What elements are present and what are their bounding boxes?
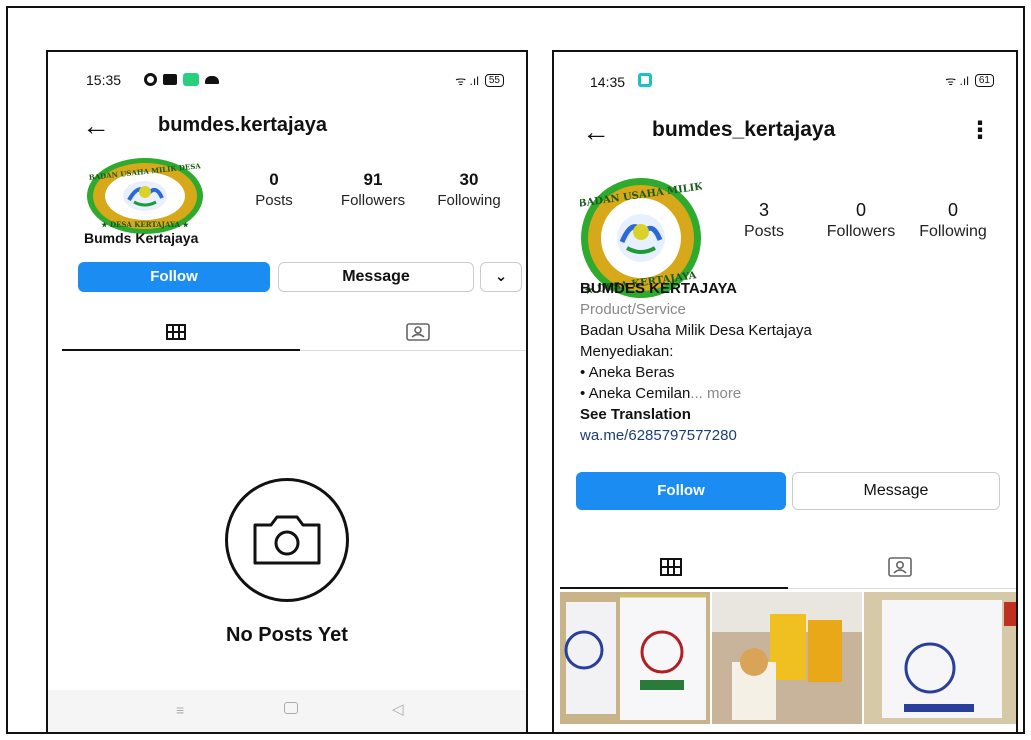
post-thumbnail[interactable]: [712, 592, 862, 724]
bio-name: BUMDES KERTAJAYA: [580, 280, 737, 297]
camera-circle: [225, 478, 349, 602]
back-arrow-icon[interactable]: ←: [82, 112, 110, 140]
stat-value: 3: [758, 200, 769, 220]
profile-header: ← bumdes.kertajaya: [48, 110, 526, 146]
status-time: 15:35: [86, 72, 122, 88]
profile-header: ← bumdes_kertajaya ⋮: [554, 114, 1016, 150]
stat-label: Posts: [743, 223, 784, 240]
stat-value: 0: [269, 170, 279, 189]
more-options-icon[interactable]: ⋮: [968, 116, 992, 145]
snack-products-image: [712, 592, 862, 724]
empty-state-title: No Posts Yet: [226, 624, 348, 646]
battery-icon: 55: [484, 74, 504, 87]
message-button[interactable]: Message: [792, 472, 1000, 510]
app-notif-icon: [183, 73, 199, 86]
stat-posts[interactable]: 3 Posts: [734, 200, 794, 241]
status-bar: 14:35 ᯤ .ıl 61: [554, 70, 1016, 92]
bumdes-logo-icon: BADAN USAHA MILIK DESA ★ DESA KERTAJAYA …: [87, 158, 203, 234]
bio-line-with-more: • Aneka Cemilan... more: [580, 383, 812, 404]
display-name: Bumds Kertajaya: [84, 230, 199, 246]
bio-website-link[interactable]: wa.me/6285797577280: [580, 425, 812, 446]
stat-value: 30: [459, 170, 479, 189]
active-tab-indicator: [560, 587, 788, 589]
rice-bag-image: [864, 592, 1016, 724]
menu-nav-icon[interactable]: ≡: [176, 702, 184, 718]
profile-username: bumdes_kertajaya: [652, 118, 836, 141]
follow-button[interactable]: Follow: [78, 262, 270, 292]
status-time: 14:35: [590, 74, 626, 90]
stat-value: 0: [947, 200, 958, 220]
profile-bio: BUMDES KERTAJAYA Product/Service Badan U…: [580, 278, 812, 446]
app-notif-icon: [638, 73, 652, 87]
stat-label: Following: [919, 223, 987, 240]
bio-line: • Aneka Cemilan: [580, 385, 691, 402]
follow-button[interactable]: Follow: [576, 472, 786, 510]
stat-label: Posts: [255, 192, 293, 209]
tagged-person-icon: [888, 557, 912, 577]
grid-tab[interactable]: [166, 324, 186, 345]
wifi-signal-icon: ᯤ .ıl: [455, 74, 479, 88]
system-icons: ᯤ .ıl 61: [945, 72, 994, 89]
stat-following[interactable]: 0 Following: [910, 200, 996, 241]
stat-label: Following: [437, 192, 501, 209]
bio-line: Menyediakan:: [580, 343, 674, 360]
phone-screenshot-left: 15:35 ᯤ .ıl 55 ← bumdes.kertajaya BADAN …: [46, 50, 528, 734]
home-nav-icon[interactable]: [284, 702, 298, 714]
profile-username: bumdes.kertajaya: [158, 114, 327, 136]
active-tab-indicator: [62, 349, 300, 351]
bio-line: Badan Usaha Milik Desa Kertajaya: [580, 322, 812, 339]
grid-tab[interactable]: [660, 558, 682, 581]
bio-category: Product/Service: [580, 301, 686, 318]
notification-icons: [638, 73, 652, 87]
post-thumbnail[interactable]: [560, 592, 710, 724]
chevron-down-icon: ⌄: [494, 268, 508, 285]
back-nav-icon[interactable]: ◁: [392, 700, 404, 718]
tagged-tab[interactable]: [888, 556, 912, 583]
post-thumbnail[interactable]: [864, 592, 1016, 724]
message-button[interactable]: Message: [278, 262, 474, 292]
phone-screenshot-right: 14:35 ᯤ .ıl 61 ← bumdes_kertajaya ⋮ BADA…: [552, 50, 1018, 734]
stat-label: Followers: [826, 223, 896, 240]
notification-icons: [144, 73, 219, 86]
stat-followers[interactable]: 0 Followers: [812, 200, 910, 241]
stat-following[interactable]: 30 Following: [426, 170, 512, 209]
back-arrow-icon[interactable]: ←: [582, 118, 610, 146]
stat-value: 91: [363, 170, 383, 189]
grid-icon: [660, 558, 682, 576]
wifi-signal-icon: ᯤ .ıl: [945, 74, 969, 88]
system-icons: ᯤ .ıl 55: [455, 72, 504, 89]
stat-followers[interactable]: 91 Followers: [328, 170, 418, 209]
cloud-icon: [205, 75, 219, 84]
battery-icon: 61: [974, 74, 994, 87]
suggestions-button[interactable]: ⌄: [480, 262, 522, 292]
camera-notif-icon: [144, 73, 157, 86]
grid-icon: [166, 324, 186, 340]
avatar[interactable]: BADAN USAHA MILIK DESA ★ DESA KERTAJAYA …: [84, 156, 206, 236]
stat-label: Followers: [340, 192, 406, 209]
rice-bag-image: [560, 592, 710, 724]
see-translation-link[interactable]: See Translation: [580, 404, 812, 425]
tagged-tab[interactable]: [406, 322, 430, 347]
figure-frame: 15:35 ᯤ .ıl 55 ← bumdes.kertajaya BADAN …: [6, 6, 1025, 734]
camera-icon: [253, 515, 321, 565]
android-nav-bar: ≡ ◁: [48, 690, 526, 732]
bio-line: • Aneka Beras: [580, 364, 675, 381]
more-link[interactable]: ... more: [690, 385, 741, 402]
status-bar: 15:35 ᯤ .ıl 55: [48, 70, 526, 92]
stat-posts[interactable]: 0 Posts: [244, 170, 304, 209]
message-notif-icon: [163, 74, 177, 85]
empty-state: No Posts Yet: [48, 478, 526, 647]
stat-value: 0: [855, 200, 866, 220]
tagged-person-icon: [406, 323, 430, 341]
